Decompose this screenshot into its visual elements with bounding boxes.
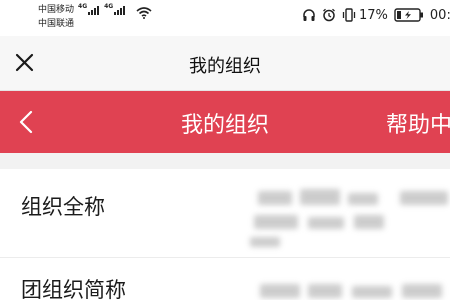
row-label: 组织全称 <box>21 195 105 219</box>
carrier-info: 中国移动 4G 4G 中国联通 <box>38 3 126 31</box>
network-type: 4G <box>78 3 88 10</box>
alarm-icon <box>323 8 335 22</box>
battery-charging-icon <box>394 8 423 22</box>
nav-bar: 我的组织 帮助中 <box>0 91 450 153</box>
screen: 中国移动 4G 4G 中国联通 17% 00 我的组织 我的组织 帮助中 组织全… <box>0 0 450 300</box>
carrier-row-2: 中国联通 <box>38 17 125 31</box>
help-link[interactable]: 帮助中 <box>386 107 450 139</box>
section-divider <box>0 153 450 169</box>
carrier-name: 中国移动 <box>38 5 75 15</box>
redacted-value <box>250 276 450 300</box>
signal-icon <box>88 5 100 15</box>
row-label: 团组织简称 <box>21 278 126 300</box>
headphones-icon <box>303 9 315 21</box>
nav-title: 我的组织 <box>180 113 269 138</box>
clock: 00:1 <box>429 7 450 23</box>
network-type: 4G <box>104 3 114 10</box>
signal-icon <box>114 5 126 15</box>
status-bar: 中国移动 4G 4G 中国联通 17% 00 <box>0 0 450 36</box>
list-item-full-name[interactable]: 组织全称 <box>0 169 450 258</box>
list-item-short-name[interactable]: 团组织简称 <box>0 258 450 300</box>
wifi-icon <box>136 7 152 19</box>
vibrate-icon <box>342 8 356 22</box>
carrier-row-1: 中国移动 4G 4G <box>38 3 126 17</box>
carrier-name: 中国联通 <box>38 19 75 29</box>
status-right: 17% 00:1 <box>302 6 450 24</box>
redacted-value <box>250 181 450 251</box>
title-bar: 我的组织 <box>0 36 450 91</box>
battery-percentage: 17% <box>359 7 388 23</box>
window-title: 我的组织 <box>189 56 261 77</box>
